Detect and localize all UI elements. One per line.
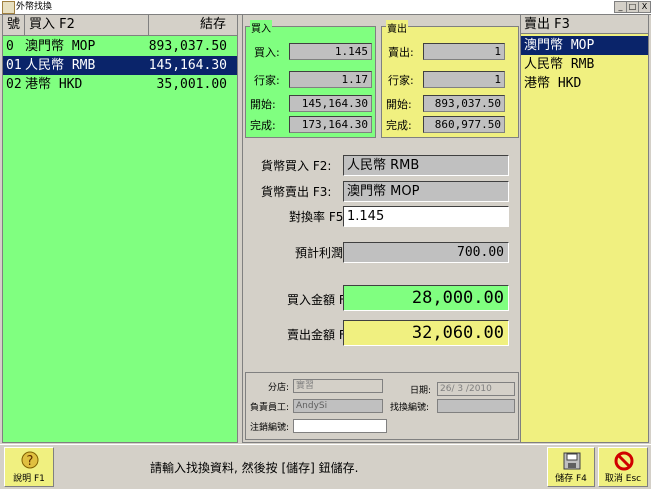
buy-list-item[interactable]: 0 澳門幣 MOP 893,037.50 (3, 37, 237, 56)
buy-end-label: 完成: (250, 119, 276, 132)
cancel-label: 取消 Esc (604, 474, 642, 484)
sell-quote-value: 1 (423, 71, 505, 88)
sell-currency-list[interactable]: 賣出 F3 澳門幣 MOP 人民幣 RMB 港幣 HKD (520, 14, 649, 443)
svg-text:?: ? (27, 454, 34, 469)
buy-rate-label: 買入: (254, 46, 280, 59)
exchange-no-label: 找換編號: (390, 403, 430, 413)
buy-rate-group: 買入 買入: 1.145 行家: 1.17 開始: 145,164.30 完成:… (245, 20, 376, 138)
footer-bar: ? 說明 F1 請輸入找換資料, 然後按 [儲存] 鈕儲存. 儲存 F4 取消 … (0, 444, 651, 489)
rate-input[interactable]: 1.145 (343, 206, 509, 227)
sell-end-label: 完成: (386, 119, 412, 132)
buy-currency-field[interactable]: 人民幣 RMB (343, 155, 509, 176)
profit-value: 700.00 (343, 242, 509, 263)
title-bar: 外幣找換 _ □ X (0, 0, 651, 15)
branch-select[interactable]: 實習 (293, 379, 383, 393)
sell-group-title: 賣出 (386, 20, 408, 35)
status-message: 請輸入找換資料, 然後按 [儲存] 鈕儲存. (150, 461, 359, 475)
row-stock: 35,001.00 (156, 77, 227, 92)
sell-start-value: 893,037.50 (423, 95, 505, 112)
save-label: 儲存 F4 (555, 474, 587, 484)
sell-end-value: 860,977.50 (423, 116, 505, 133)
header-no: 號 (3, 15, 25, 35)
sell-amount-input[interactable]: 32,060.00 (343, 320, 509, 346)
exchange-form: 買入 買入: 1.145 行家: 1.17 開始: 145,164.30 完成:… (242, 14, 522, 443)
help-icon: ? (21, 451, 39, 469)
close-button[interactable]: X (638, 1, 651, 13)
buy-list-header: 號 買入 F2 結存 (3, 15, 237, 36)
buy-quote-value: 1.17 (289, 71, 372, 88)
sell-rate-group: 賣出 賣出: 1 行家: 1 開始: 893,037.50 完成: 860,97… (381, 20, 519, 138)
sell-currency-label: 貨幣賣出 F3: (261, 185, 332, 199)
sell-quote-label: 行家: (388, 74, 414, 87)
date-label: 日期: (410, 386, 432, 396)
row-no: 01 (6, 58, 22, 73)
buy-currency-list[interactable]: 號 買入 F2 結存 0 澳門幣 MOP 893,037.50 01 人民幣 R… (2, 14, 238, 443)
buy-start-value: 145,164.30 (289, 95, 372, 112)
header-stock: 結存 (148, 15, 238, 35)
help-label: 說明 F1 (13, 474, 45, 484)
date-select[interactable]: 26/ 3 /2010 (437, 382, 515, 396)
profit-label: 預計利潤: (295, 246, 348, 260)
cancel-no-label: 注銷編號: (250, 423, 290, 433)
buy-rate-value: 1.145 (289, 43, 372, 60)
buy-start-label: 開始: (250, 98, 276, 111)
sell-list-item[interactable]: 港幣 HKD (521, 74, 648, 93)
app-icon (2, 1, 15, 14)
sell-currency-field[interactable]: 澳門幣 MOP (343, 181, 509, 202)
buy-currency-label: 貨幣買入 F2: (261, 159, 332, 173)
meta-group: 分店: 實習 日期: 26/ 3 /2010 負責員工: AndySi 找換編號… (245, 372, 519, 440)
cancel-icon (614, 451, 634, 471)
sell-list-item[interactable]: 人民幣 RMB (521, 55, 648, 74)
row-no: 0 (6, 39, 14, 54)
buy-quote-label: 行家: (254, 74, 280, 87)
window-title: 外幣找換 (16, 2, 53, 12)
cancel-no-input[interactable] (293, 419, 387, 433)
buy-group-title: 買入 (250, 20, 272, 35)
staff-label: 負責員工: (250, 403, 290, 413)
row-currency: 人民幣 RMB (25, 58, 96, 73)
save-icon (563, 452, 581, 470)
help-button[interactable]: ? 說明 F1 (4, 447, 54, 487)
row-stock: 145,164.30 (148, 58, 227, 73)
branch-label: 分店: (268, 383, 290, 393)
buy-list-item[interactable]: 02 港幣 HKD 35,001.00 (3, 75, 237, 94)
save-button[interactable]: 儲存 F4 (547, 447, 595, 487)
sell-list-item-selected[interactable]: 澳門幣 MOP (521, 36, 648, 55)
staff-field: AndySi (293, 399, 383, 413)
exchange-no-field (437, 399, 515, 413)
sell-start-label: 開始: (386, 98, 412, 111)
sell-list-header: 賣出 F3 (521, 15, 648, 34)
row-currency: 港幣 HKD (25, 77, 83, 92)
buy-amount-input[interactable]: 28,000.00 (343, 285, 509, 311)
buy-end-value: 173,164.30 (289, 116, 372, 133)
row-no: 02 (6, 77, 22, 92)
header-buy: 買入 F2 (29, 17, 75, 32)
row-currency: 澳門幣 MOP (25, 39, 96, 54)
sell-rate-value: 1 (423, 43, 505, 60)
buy-list-item-selected[interactable]: 01 人民幣 RMB 145,164.30 (3, 56, 237, 75)
row-stock: 893,037.50 (148, 39, 227, 54)
rate-label: 對換率 F5: (289, 210, 348, 224)
cancel-button[interactable]: 取消 Esc (598, 447, 648, 487)
sell-rate-label: 賣出: (388, 46, 414, 59)
